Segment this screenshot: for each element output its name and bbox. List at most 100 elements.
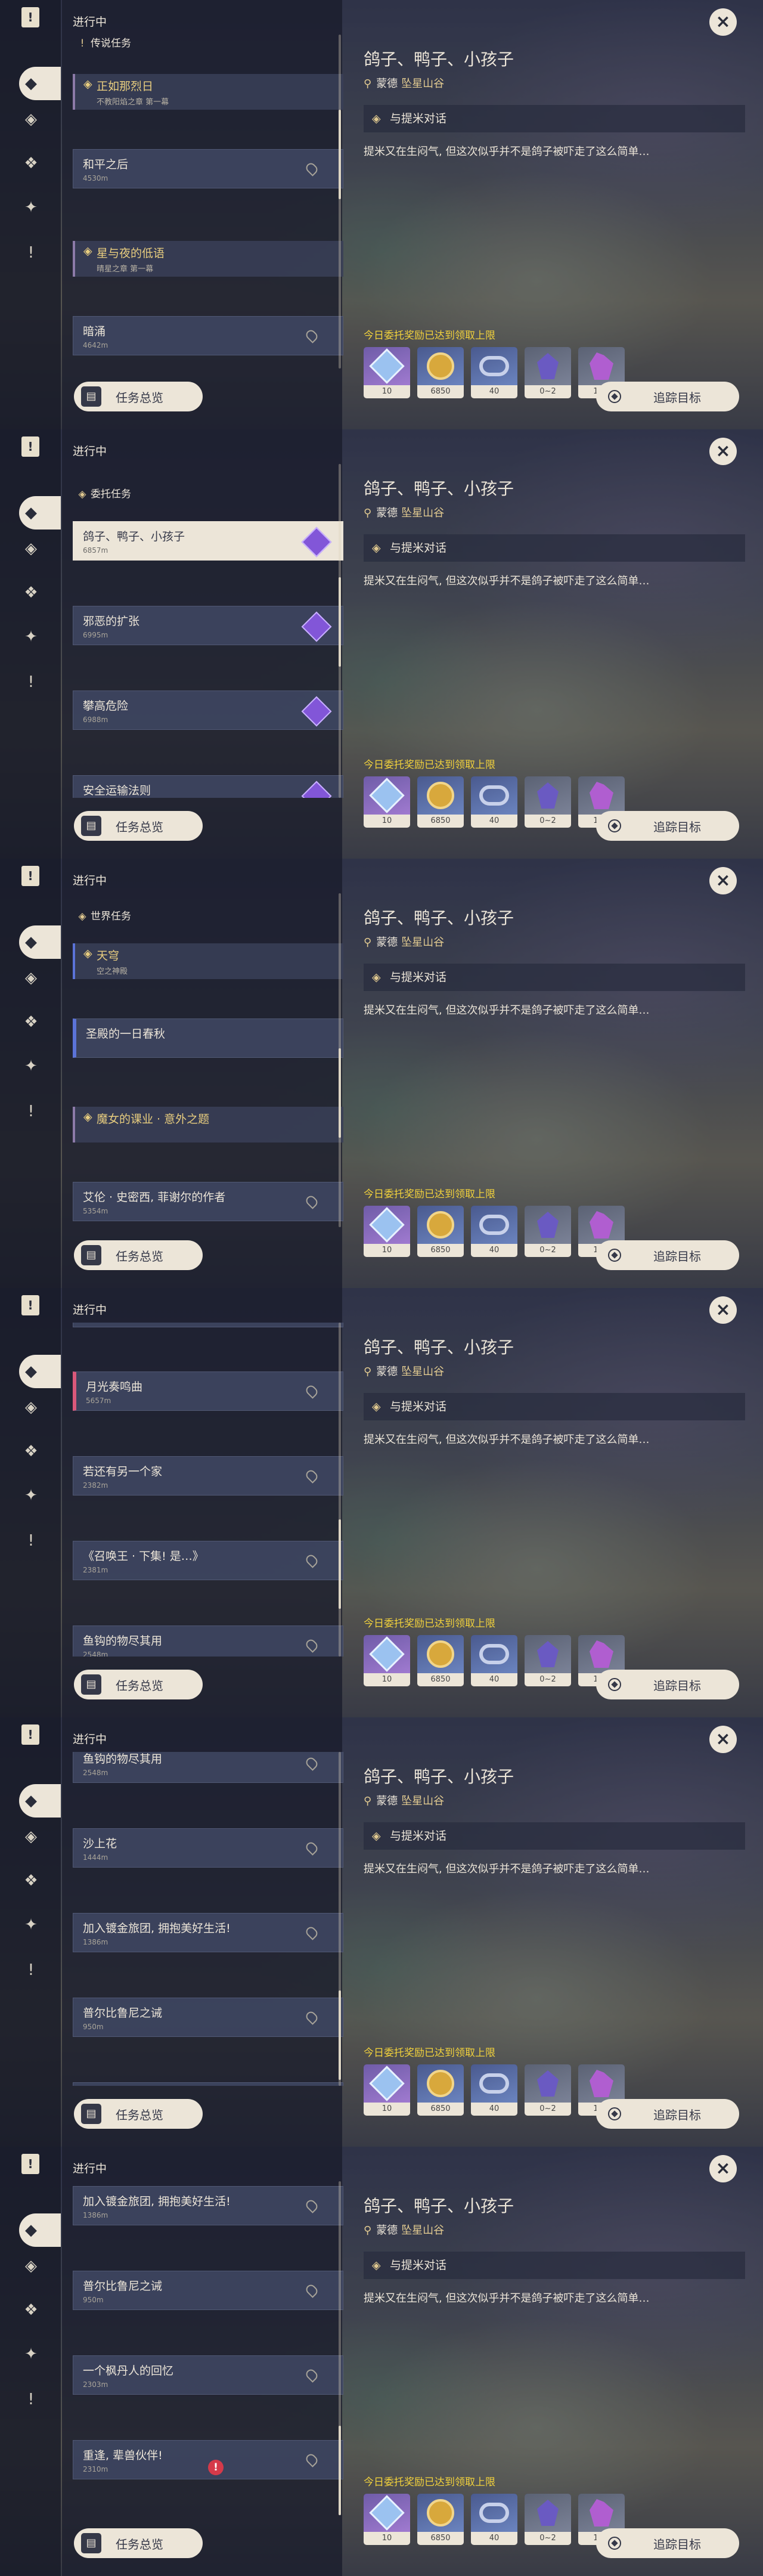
close-button[interactable]: × [709, 867, 737, 894]
quest-chapter-header[interactable]: ◈ 魔女的课业 · 意外之题 [73, 1107, 343, 1143]
close-button[interactable]: × [709, 1296, 737, 1324]
list-scrollbar[interactable] [339, 2181, 341, 2515]
track-target-button[interactable]: 追踪目标 [596, 811, 739, 841]
list-scrollbar[interactable] [339, 1752, 341, 2086]
reward-item[interactable]: 0~2 [525, 776, 571, 828]
list-item[interactable]: 加入镀金旅团, 拥抱美好生活! 1386m [73, 1913, 343, 1952]
reward-item[interactable]: 10 [364, 776, 410, 828]
diamond-nav-icon[interactable]: ◆ [19, 2213, 61, 2247]
scrollbar-thumb[interactable] [339, 577, 341, 667]
list-item[interactable]: 一个枫丹人的回忆2303m [73, 2082, 343, 2086]
scrollbar-thumb[interactable] [339, 2426, 341, 2515]
close-button[interactable]: × [709, 2155, 737, 2182]
list-item[interactable]: 沙上花 1444m [73, 1828, 343, 1868]
scrollbar-thumb[interactable] [339, 1990, 341, 2080]
compass-diamond-icon[interactable]: ❖ [19, 581, 43, 605]
flame-diamond-icon[interactable]: ◈ [19, 1395, 43, 1419]
reward-item[interactable]: 6850 [417, 2494, 464, 2545]
flame-diamond-icon[interactable]: ◈ [19, 537, 43, 561]
quest-chapter-header[interactable]: ◈ 天穹 空之神殿 [73, 943, 343, 979]
list-item[interactable]: 邪恶的扩张 6995m [73, 606, 343, 645]
star-diamond-icon[interactable]: ✦ [19, 2342, 43, 2366]
compass-diamond-icon[interactable]: ❖ [19, 2298, 43, 2322]
flame-diamond-icon[interactable]: ◈ [19, 966, 43, 990]
reward-item[interactable]: 6850 [417, 776, 464, 828]
diamond-nav-icon[interactable]: ◆ [19, 496, 61, 530]
list-item[interactable]: 艾伦 · 史密西, 菲谢尔的作者5354m [73, 1323, 343, 1327]
list-item[interactable]: 圣殿的一日春秋 [73, 1018, 343, 1058]
list-item[interactable]: 鱼钩的物尽其用 2548m [73, 1626, 343, 1657]
compass-diamond-icon[interactable]: ❖ [19, 1869, 43, 1893]
list-item-selected[interactable]: ▶鸽子、鸭子、小孩子6857m [73, 521, 343, 561]
reward-item[interactable]: 0~2 [525, 2494, 571, 2545]
quest-chapter-header[interactable]: ◈ 正如那烈日 不教阳焰之章 第一幕 [73, 74, 343, 110]
list-item[interactable]: 艾伦 · 史密西, 菲谢尔的作者5354m [73, 1182, 343, 1221]
reward-item[interactable]: 40 [471, 1635, 517, 1686]
quest-book-icon[interactable]: ! [21, 2154, 39, 2174]
star-diamond-icon[interactable]: ✦ [19, 1054, 43, 1078]
star-diamond-icon[interactable]: ✦ [19, 1484, 43, 1507]
diamond-nav-icon[interactable]: ◆ [19, 67, 61, 100]
exclamation-icon[interactable]: ! [19, 1958, 43, 1982]
quest-book-icon[interactable]: ! [21, 1724, 39, 1745]
compass-diamond-icon[interactable]: ❖ [19, 1439, 43, 1463]
reward-item[interactable]: 6850 [417, 1206, 464, 1257]
list-item[interactable]: 重逢, 辈兽伙伴! 2310m! [73, 2440, 343, 2479]
reward-item[interactable]: 6850 [417, 347, 464, 398]
diamond-nav-icon[interactable]: ◆ [19, 925, 61, 959]
flame-diamond-icon[interactable]: ◈ [19, 2254, 43, 2278]
scrollbar-thumb[interactable] [339, 1048, 341, 1138]
star-diamond-icon[interactable]: ✦ [19, 1913, 43, 1937]
scrollbar-thumb[interactable] [339, 1519, 341, 1609]
quest-book-icon[interactable]: ! [21, 7, 39, 27]
list-item[interactable]: 若还有另一个家 2382m [73, 1456, 343, 1496]
scrollbar-thumb[interactable] [339, 110, 341, 199]
list-item[interactable]: 和平之后 4530m [73, 149, 343, 188]
exclamation-icon[interactable]: ! [19, 1529, 43, 1553]
list-item[interactable]: 安全运输法则7365m [73, 775, 343, 798]
list-item[interactable]: 《召唤王 · 下集! 是…》 2381m [73, 1541, 343, 1580]
compass-diamond-icon[interactable]: ❖ [19, 151, 43, 175]
quest-overview-button[interactable]: ▤ 任务总览 [74, 1670, 203, 1699]
exclamation-icon[interactable]: ! [19, 670, 43, 694]
reward-item[interactable]: 40 [471, 2494, 517, 2545]
close-button[interactable]: × [709, 8, 737, 36]
quest-chapter-header[interactable]: ◈ 星与夜的低语 晴星之章 第一幕 [73, 241, 343, 277]
reward-item[interactable]: 6850 [417, 1635, 464, 1686]
star-diamond-icon[interactable]: ✦ [19, 625, 43, 649]
reward-item[interactable]: 10 [364, 2494, 410, 2545]
reward-item[interactable]: 10 [364, 347, 410, 398]
compass-diamond-icon[interactable]: ❖ [19, 1010, 43, 1034]
list-item[interactable]: 加入镀金旅团, 拥抱美好生活! 1386m [73, 2186, 343, 2225]
reward-item[interactable]: 10 [364, 1206, 410, 1257]
track-target-button[interactable]: 追踪目标 [596, 1670, 739, 1699]
list-scrollbar[interactable] [339, 893, 341, 1227]
flame-diamond-icon[interactable]: ◈ [19, 107, 43, 131]
reward-item[interactable]: 0~2 [525, 2064, 571, 2116]
quest-book-icon[interactable]: ! [21, 866, 39, 886]
list-scrollbar[interactable] [339, 1323, 341, 1657]
diamond-nav-icon[interactable]: ◆ [19, 1784, 61, 1818]
quest-book-icon[interactable]: ! [21, 436, 39, 457]
reward-item[interactable]: 10 [364, 1635, 410, 1686]
reward-item[interactable]: 0~2 [525, 1206, 571, 1257]
track-target-button[interactable]: 追踪目标 [596, 382, 739, 411]
exclamation-icon[interactable]: ! [19, 241, 43, 265]
reward-item[interactable]: 0~2 [525, 347, 571, 398]
quest-overview-button[interactable]: ▤ 任务总览 [74, 2099, 203, 2129]
track-target-button[interactable]: 追踪目标 [596, 2528, 739, 2558]
close-button[interactable]: × [709, 438, 737, 465]
track-target-button[interactable]: 追踪目标 [596, 1240, 739, 1270]
reward-item[interactable]: 0~2 [525, 1635, 571, 1686]
reward-item[interactable]: 40 [471, 1206, 517, 1257]
quest-overview-button[interactable]: ▤ 任务总览 [74, 811, 203, 841]
exclamation-icon[interactable]: ! [19, 2388, 43, 2411]
quest-overview-button[interactable]: ▤ 任务总览 [74, 382, 203, 411]
list-item[interactable]: 月光奏鸣曲 5657m [73, 1371, 343, 1411]
quest-overview-button[interactable]: ▤ 任务总览 [74, 2528, 203, 2558]
quest-book-icon[interactable]: ! [21, 1295, 39, 1315]
quest-overview-button[interactable]: ▤ 任务总览 [74, 1240, 203, 1270]
reward-item[interactable]: 40 [471, 347, 517, 398]
list-item[interactable]: 一个枫丹人的回忆2303m [73, 2355, 343, 2395]
reward-item[interactable]: 40 [471, 776, 517, 828]
